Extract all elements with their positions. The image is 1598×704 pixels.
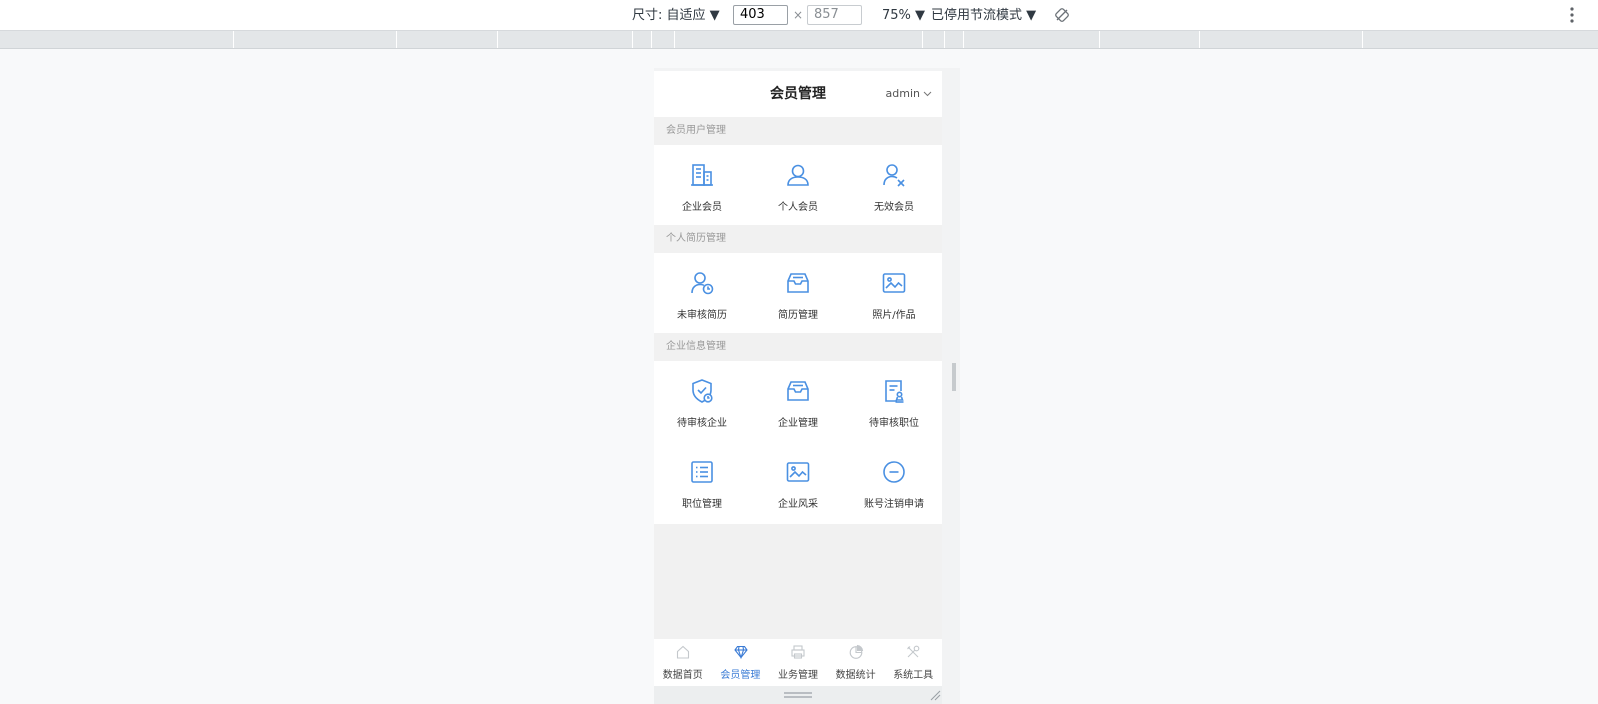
device-toolbar: 尺寸: 自适应 ▼ 403 × 857 75% ▼ 已停用节流模式 ▼: [0, 0, 1598, 31]
tab-data-home[interactable]: 数据首页: [654, 639, 712, 686]
more-vertical-icon[interactable]: [1570, 6, 1574, 24]
resize-handle-bottom[interactable]: [654, 686, 942, 704]
user-icon: [787, 164, 809, 186]
user-clock-icon: [691, 272, 714, 295]
tools-icon: [907, 645, 920, 658]
throttle-dropdown[interactable]: 已停用节流模式 ▼: [931, 0, 1036, 31]
menu-item-label: 无效会员: [874, 202, 914, 213]
minus-circle-icon: [883, 461, 905, 483]
tab-label: 数据首页: [662, 670, 703, 681]
image-icon: [882, 273, 906, 293]
tab-label: 数据统计: [835, 670, 876, 681]
building-icon: [691, 164, 713, 186]
menu-item-resume-management[interactable]: 简历管理: [750, 253, 846, 333]
mobile-viewport: 会员管理 admin 会员用户管理 企业会员 个人会员 无效会员 个人简历管理 …: [654, 71, 942, 704]
tab-label: 会员管理: [720, 670, 761, 681]
menu-item-label: 待审核职位: [869, 418, 919, 429]
app-header: 会员管理 admin: [654, 71, 942, 117]
dimensions-dropdown[interactable]: 尺寸: 自适应 ▼: [632, 0, 720, 31]
menu-item-invalid-member[interactable]: 无效会员: [846, 145, 942, 225]
zoom-dropdown[interactable]: 75% ▼: [882, 0, 925, 31]
rotate-icon[interactable]: [1054, 7, 1070, 23]
menu-grid-member-users: 企业会员 个人会员 无效会员: [654, 145, 942, 225]
tab-business-management[interactable]: 业务管理: [769, 639, 827, 686]
menu-item-label: 个人会员: [778, 202, 818, 213]
menu-grid-enterprise: 待审核企业 企业管理 待审核职位 职位管理 企业风采 账号注销申请: [654, 361, 942, 524]
user-x-icon: [883, 164, 905, 187]
home-icon: [676, 645, 690, 659]
grip-icon: [784, 692, 812, 698]
menu-item-label: 未审核简历: [677, 310, 727, 321]
menu-item-enterprise-management[interactable]: 企业管理: [750, 361, 846, 442]
user-menu[interactable]: admin: [886, 71, 932, 117]
bottom-tab-bar: 数据首页 会员管理 业务管理 数据统计 系统工具: [654, 639, 942, 686]
menu-item-label: 企业会员: [682, 202, 722, 213]
menu-item-position-management[interactable]: 职位管理: [654, 442, 750, 524]
user-name: admin: [885, 87, 920, 100]
tab-system-tools[interactable]: 系统工具: [884, 639, 942, 686]
tab-member-management[interactable]: 会员管理: [712, 639, 770, 686]
tab-statistics[interactable]: 数据统计: [827, 639, 885, 686]
menu-grid-resume: 未审核简历 简历管理 照片/作品: [654, 253, 942, 333]
tab-label: 业务管理: [777, 670, 818, 681]
viewport-width-input[interactable]: 403: [733, 5, 788, 25]
resize-corner-icon[interactable]: [930, 690, 941, 701]
menu-item-unreviewed-resume[interactable]: 未审核简历: [654, 253, 750, 333]
menu-item-account-cancellation[interactable]: 账号注销申请: [846, 442, 942, 524]
chevron-down-icon: [923, 91, 932, 97]
inbox-icon: [787, 381, 809, 401]
viewport-height-input[interactable]: 857: [807, 5, 862, 25]
list-icon: [691, 461, 713, 483]
pie-chart-icon: [849, 644, 863, 659]
menu-item-photos-works[interactable]: 照片/作品: [846, 253, 942, 333]
menu-item-personal-member[interactable]: 个人会员: [750, 145, 846, 225]
menu-item-enterprise-member[interactable]: 企业会员: [654, 145, 750, 225]
menu-item-label: 简历管理: [778, 310, 818, 321]
printer-icon: [791, 645, 805, 659]
document-stamp-icon: [885, 380, 904, 403]
tab-label: 系统工具: [893, 670, 934, 681]
menu-item-label: 账号注销申请: [864, 499, 924, 510]
shield-clock-icon: [692, 379, 713, 403]
times-sign: ×: [793, 8, 804, 22]
image-icon: [786, 462, 810, 482]
menu-item-unreviewed-enterprise[interactable]: 待审核企业: [654, 361, 750, 442]
section-title-resume: 个人简历管理: [666, 233, 726, 244]
resize-handle-right[interactable]: [952, 363, 956, 391]
menu-item-label: 企业风采: [778, 499, 818, 510]
menu-item-enterprise-showcase[interactable]: 企业风采: [750, 442, 846, 524]
menu-item-label: 职位管理: [682, 499, 722, 510]
diamond-icon: [733, 645, 748, 660]
inbox-icon: [787, 273, 809, 293]
section-title-member-users: 会员用户管理: [666, 125, 726, 136]
menu-item-label: 照片/作品: [872, 310, 916, 321]
menu-item-unreviewed-position[interactable]: 待审核职位: [846, 361, 942, 442]
menu-item-label: 待审核企业: [677, 418, 727, 429]
menu-item-label: 企业管理: [778, 418, 818, 429]
media-query-ruler[interactable]: [0, 31, 1598, 49]
section-title-enterprise: 企业信息管理: [666, 341, 726, 352]
